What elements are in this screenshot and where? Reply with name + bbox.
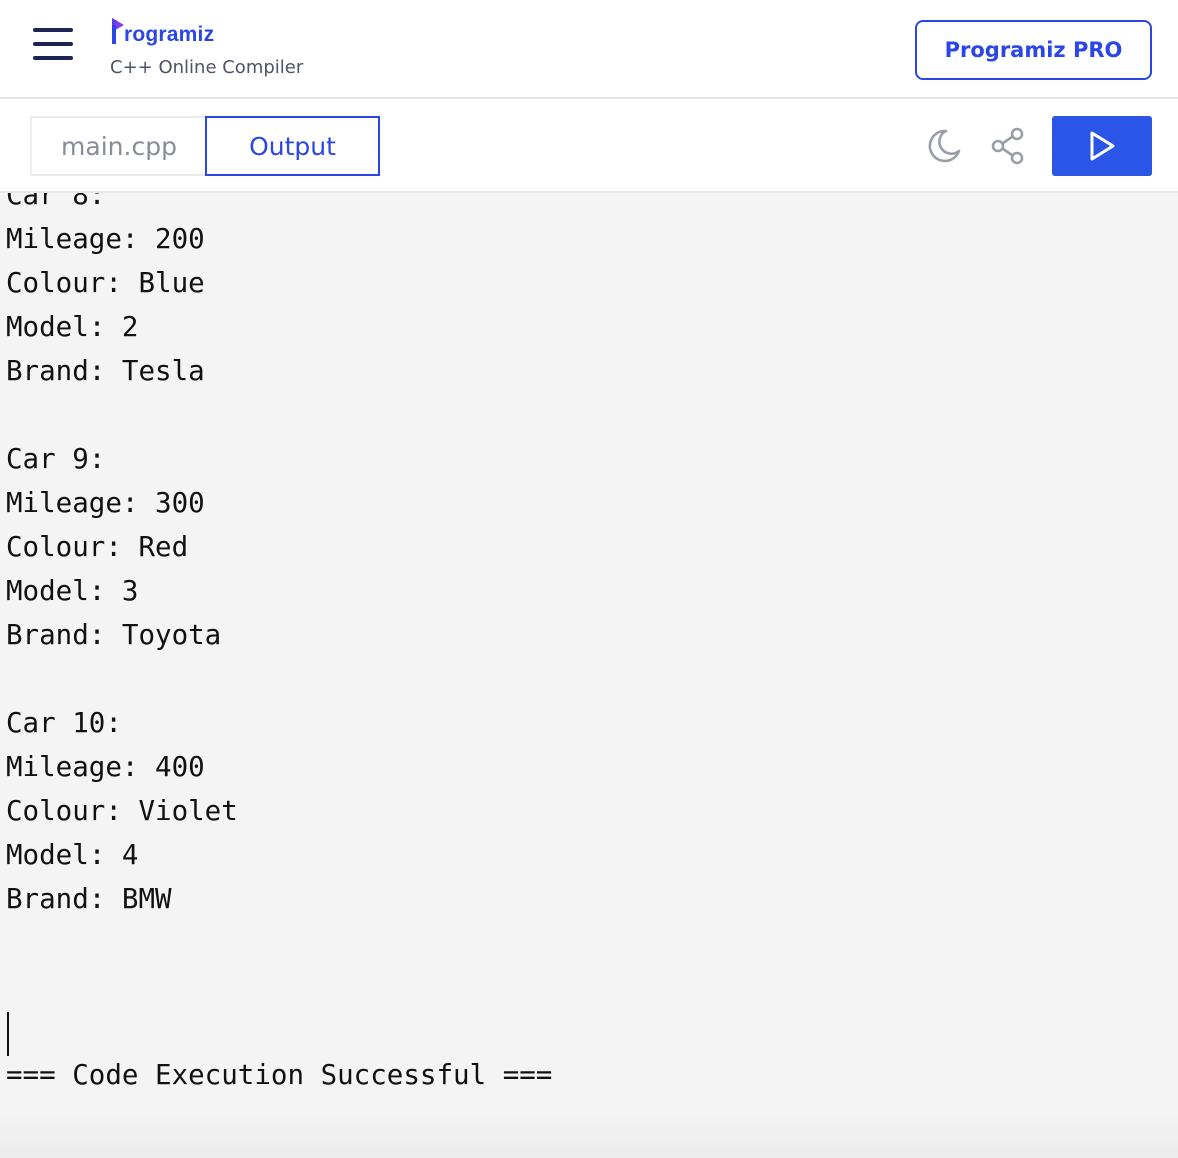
programiz-pro-button[interactable]: Programiz PRO	[915, 20, 1152, 80]
output-blank-line	[6, 921, 552, 965]
output-line: Brand: Toyota	[6, 619, 222, 651]
hamburger-menu-icon[interactable]	[30, 26, 76, 62]
output-line: Colour: Blue	[6, 267, 205, 299]
output-blank-line	[6, 393, 552, 437]
compiler-subtitle: C++ Online Compiler	[110, 57, 304, 78]
run-button[interactable]	[1052, 116, 1152, 176]
output-lines: Car 8: Mileage: 200 Colour: Blue Model: 2 Br…	[6, 193, 552, 1097]
output-line: === Code Execution Successful ===	[6, 1059, 553, 1091]
output-line: Car 10:	[6, 707, 122, 739]
output-line: Mileage: 200	[6, 223, 205, 255]
logo-text: rogramiz	[124, 23, 215, 46]
header: rogramiz C++ Online Compiler Programiz P…	[0, 0, 1178, 99]
output-line: Mileage: 400	[6, 751, 205, 783]
share-icon[interactable]	[988, 126, 1028, 166]
output-line: Mileage: 300	[6, 487, 205, 519]
output-line: Car 9:	[6, 443, 106, 475]
output-line: Model: 2	[6, 311, 139, 343]
output-blank-line	[6, 657, 552, 701]
output-line: Brand: BMW	[6, 883, 172, 915]
output-line: Car 8:	[6, 193, 106, 211]
output-line: Colour: Violet	[6, 795, 238, 827]
output-blank-line	[6, 1009, 552, 1053]
output-line: Model: 3	[6, 575, 139, 607]
output-line: Brand: Tesla	[6, 355, 205, 387]
programiz-logo[interactable]: rogramiz	[110, 12, 214, 46]
output-console[interactable]: Car 8: Mileage: 200 Colour: Blue Model: 2 Br…	[0, 193, 1178, 1158]
programiz-logo-mark-icon	[112, 18, 124, 44]
tab-main-cpp[interactable]: main.cpp	[30, 116, 206, 176]
tab-output[interactable]: Output	[205, 116, 380, 176]
output-line: Colour: Red	[6, 531, 189, 563]
output-line: Model: 4	[6, 839, 139, 871]
output-blank-line	[6, 965, 552, 1009]
compiler-app: rogramiz C++ Online Compiler Programiz P…	[0, 0, 1178, 1158]
text-cursor	[7, 1012, 9, 1056]
moon-icon[interactable]	[924, 126, 964, 166]
play-icon	[1090, 131, 1115, 161]
